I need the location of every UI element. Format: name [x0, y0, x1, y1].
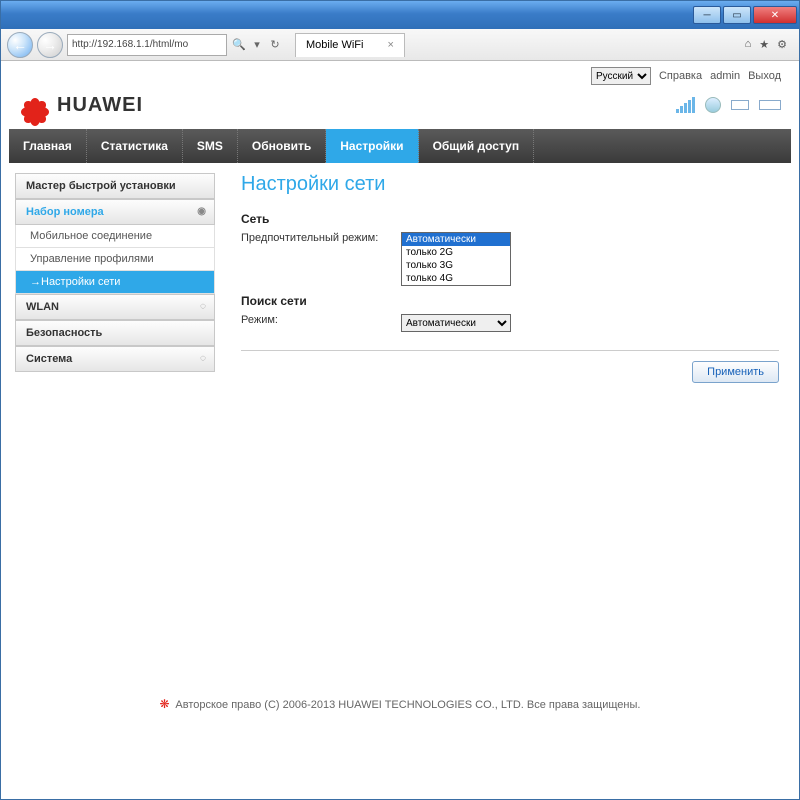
- huawei-logo-icon: [19, 89, 51, 121]
- refresh-icon[interactable]: ↻: [267, 38, 283, 51]
- content: Настройки сети Сеть Предпочтительный реж…: [235, 173, 785, 673]
- forward-button[interactable]: →: [37, 32, 63, 58]
- tools-icon[interactable]: ⚙: [777, 38, 787, 51]
- sidebar-sub-profile-mgmt[interactable]: Управление профилями: [15, 248, 215, 271]
- mode-select[interactable]: Автоматически: [401, 314, 511, 332]
- chevron-down-icon: ◉: [197, 206, 206, 217]
- browser-toolbar-icons: ⌂ ★ ⚙: [745, 38, 793, 51]
- browser-window: ─ ▭ ✕ ← → http://192.168.1.1/html/mo 🔍 ▾…: [0, 0, 800, 800]
- divider: [241, 350, 779, 351]
- chevron-icon: ◌: [200, 353, 206, 364]
- sidebar-item-wlan[interactable]: WLAN ◌: [15, 294, 215, 320]
- address-bar: ← → http://192.168.1.1/html/mo 🔍 ▾ ↻ Mob…: [1, 29, 799, 61]
- huawei-mini-logo-icon: ❋: [160, 697, 170, 711]
- status-icons: [676, 97, 781, 113]
- sidebar-item-label: Система: [26, 353, 72, 365]
- nav-update[interactable]: Обновить: [238, 129, 326, 163]
- back-button[interactable]: ←: [7, 32, 33, 58]
- pref-mode-option-4g[interactable]: только 4G: [402, 272, 510, 285]
- mode-label: Режим:: [241, 314, 401, 326]
- user-label: admin: [710, 70, 740, 82]
- maximize-button[interactable]: ▭: [723, 6, 751, 24]
- wan-icon: [731, 100, 749, 110]
- logout-link[interactable]: Выход: [748, 70, 781, 82]
- language-select[interactable]: Русский: [591, 67, 651, 85]
- sidebar-item-dialup[interactable]: Набор номера ◉: [15, 199, 215, 225]
- sidebar: Мастер быстрой установки Набор номера ◉ …: [15, 173, 215, 673]
- globe-icon: [705, 97, 721, 113]
- titlebar: ─ ▭ ✕: [1, 1, 799, 29]
- dropdown-icon[interactable]: ▾: [249, 38, 265, 51]
- home-icon[interactable]: ⌂: [745, 38, 752, 51]
- sidebar-item-security[interactable]: Безопасность: [15, 320, 215, 346]
- body: Мастер быстрой установки Набор номера ◉ …: [9, 163, 791, 683]
- sidebar-item-wizard[interactable]: Мастер быстрой установки: [15, 173, 215, 199]
- pref-mode-label: Предпочтительный режим:: [241, 232, 401, 244]
- nav-settings[interactable]: Настройки: [326, 129, 418, 163]
- nav-stats[interactable]: Статистика: [87, 129, 183, 163]
- url-field[interactable]: http://192.168.1.1/html/mo: [67, 34, 227, 56]
- tab-close-icon[interactable]: ×: [387, 39, 393, 51]
- search-icon[interactable]: 🔍: [231, 38, 247, 51]
- main-nav: Главная Статистика SMS Обновить Настройк…: [9, 129, 791, 163]
- copyright: Авторское право (C) 2006-2013 HUAWEI TEC…: [175, 699, 640, 711]
- logo: HUAWEI: [19, 89, 143, 121]
- close-button[interactable]: ✕: [753, 6, 797, 24]
- help-link[interactable]: Справка: [659, 70, 702, 82]
- pref-mode-option-auto[interactable]: Автоматически: [402, 233, 510, 246]
- sidebar-sub-mobile-connection[interactable]: Мобильное соединение: [15, 225, 215, 248]
- nav-sms[interactable]: SMS: [183, 129, 238, 163]
- row-mode: Режим: Автоматически: [241, 314, 779, 332]
- brand-text: HUAWEI: [57, 94, 143, 117]
- signal-icon: [676, 97, 695, 113]
- tab-title: Mobile WiFi: [306, 39, 363, 51]
- section-search: Поиск сети: [241, 294, 779, 308]
- brand-row: HUAWEI: [9, 87, 791, 129]
- url-controls: 🔍 ▾ ↻: [231, 38, 283, 51]
- section-network: Сеть: [241, 212, 779, 226]
- apply-button[interactable]: Применить: [692, 361, 779, 383]
- chevron-icon: ◌: [200, 301, 206, 312]
- favorites-icon[interactable]: ★: [759, 38, 769, 51]
- page-title: Настройки сети: [241, 173, 779, 196]
- pref-mode-select[interactable]: Автоматически только 2G только 3G только…: [401, 232, 511, 286]
- footer: ❋ Авторское право (C) 2006-2013 HUAWEI T…: [9, 683, 791, 725]
- nav-share[interactable]: Общий доступ: [419, 129, 535, 163]
- pref-mode-option-2g[interactable]: только 2G: [402, 246, 510, 259]
- battery-icon: [759, 100, 781, 110]
- sidebar-item-label: WLAN: [26, 301, 59, 313]
- browser-tab[interactable]: Mobile WiFi ×: [295, 33, 405, 57]
- sidebar-sub-network-settings[interactable]: →Настройки сети: [15, 271, 215, 294]
- pref-mode-option-3g[interactable]: только 3G: [402, 259, 510, 272]
- page-content: Русский Справка admin Выход HUAWEI: [1, 61, 799, 799]
- row-preferred-mode: Предпочтительный режим: Автоматически то…: [241, 232, 779, 286]
- sidebar-item-label: Набор номера: [26, 206, 104, 218]
- top-strip: Русский Справка admin Выход: [9, 61, 791, 87]
- minimize-button[interactable]: ─: [693, 6, 721, 24]
- nav-home[interactable]: Главная: [9, 129, 87, 163]
- apply-row: Применить: [241, 361, 779, 383]
- sidebar-item-system[interactable]: Система ◌: [15, 346, 215, 372]
